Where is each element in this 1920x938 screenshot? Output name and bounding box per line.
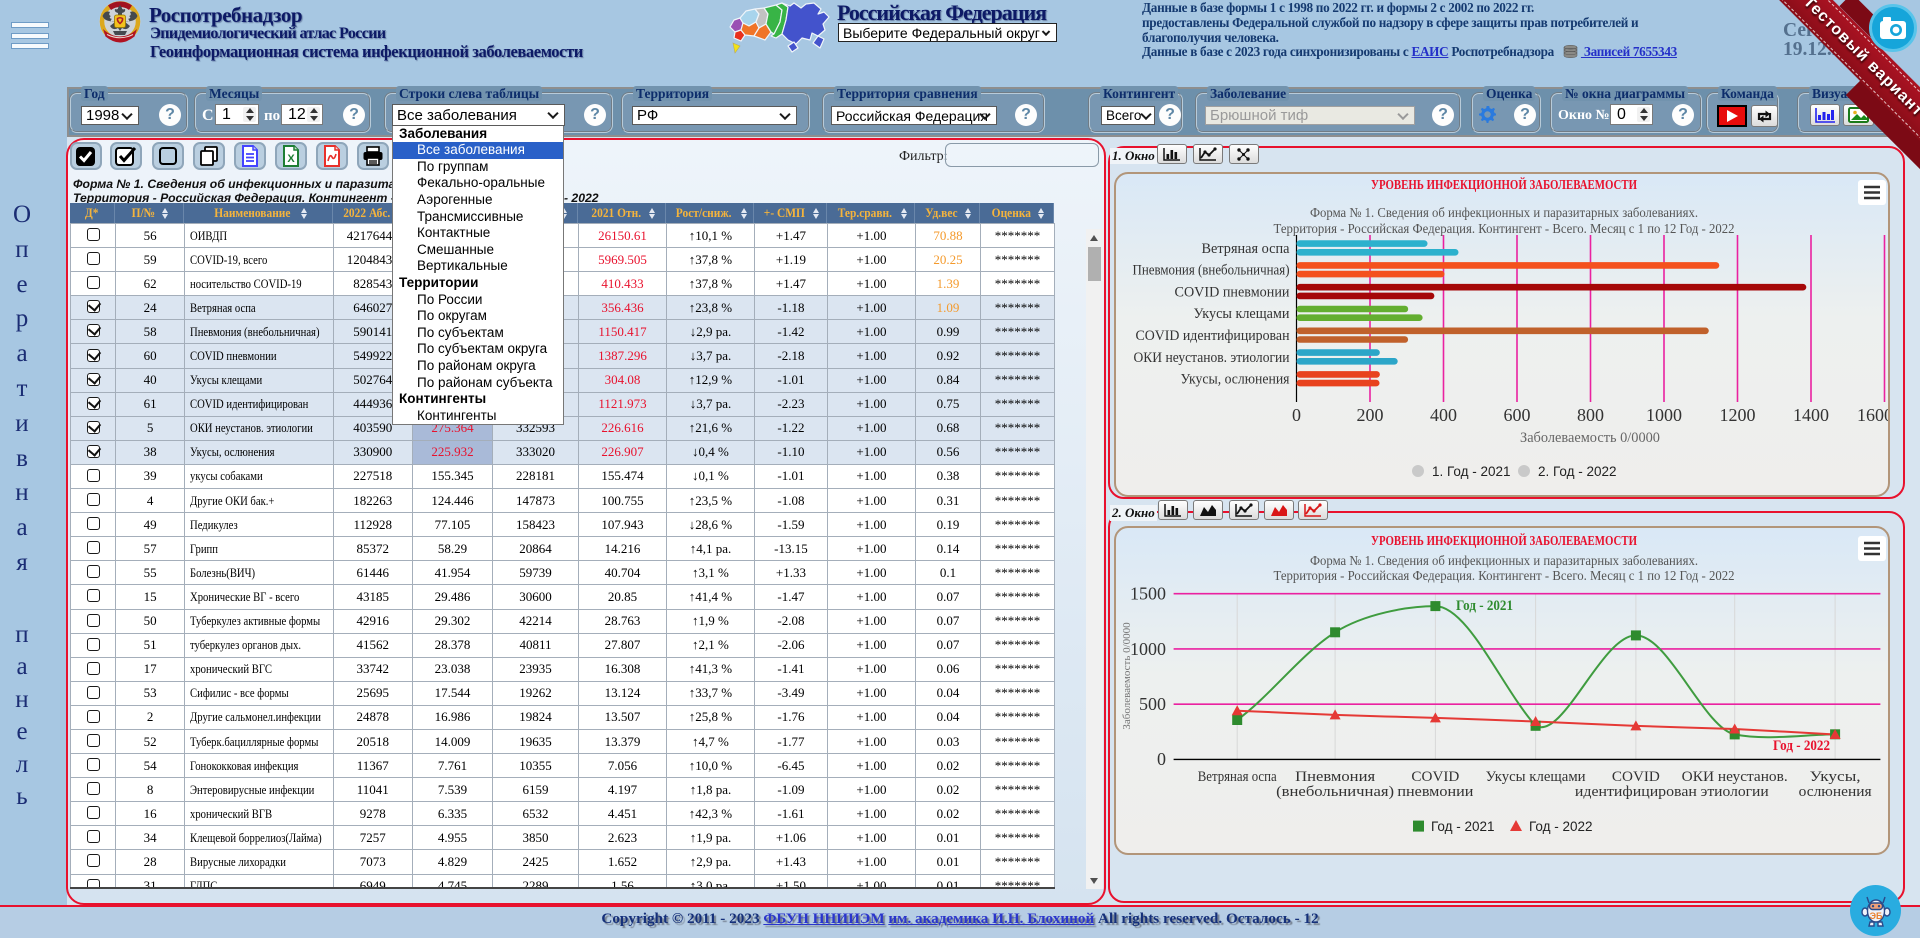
svg-text:2. Год - 2022: 2. Год - 2022 (1538, 464, 1617, 479)
svg-text:УРОВЕНЬ ИНФЕКЦИОННОЙ ЗАБОЛЕВАЕ: УРОВЕНЬ ИНФЕКЦИОННОЙ ЗАБОЛЕВАЕМОСТИ (1371, 532, 1637, 549)
svg-text:Территория - Российская Федера: Территория - Российская Федерация. Конти… (1274, 568, 1735, 583)
svg-text:(внебольничная): (внебольничная) (1276, 784, 1394, 800)
svg-text:Год - 2021: Год - 2021 (1431, 819, 1495, 834)
svg-text:Год - 2022: Год - 2022 (1529, 819, 1593, 834)
svg-text:1000: 1000 (1646, 405, 1682, 425)
svg-text:400: 400 (1430, 405, 1457, 425)
svg-text:600: 600 (1504, 405, 1531, 425)
svg-text:Территория - Российская Федера: Территория - Российская Федерация. Конти… (1274, 221, 1735, 236)
svg-text:0: 0 (1157, 749, 1166, 769)
svg-text:Укусы клещами: Укусы клещами (1486, 769, 1586, 785)
svg-text:1200: 1200 (1720, 405, 1756, 425)
svg-text:COVID идентифицирован: COVID идентифицирован (1136, 328, 1290, 344)
svg-text:1000: 1000 (1130, 639, 1166, 659)
svg-text:200: 200 (1357, 405, 1384, 425)
svg-text:Укусы, ослюнения: Укусы, ослюнения (1181, 372, 1290, 388)
svg-text:Укусы,: Укусы, (1810, 769, 1861, 785)
svg-text:800: 800 (1577, 405, 1604, 425)
svg-text:Пневмония (внебольничная): Пневмония (внебольничная) (1133, 263, 1290, 279)
svg-text:COVID: COVID (1411, 769, 1459, 785)
svg-text:этиологии: этиологии (1701, 784, 1769, 800)
svg-text:Год - 2022: Год - 2022 (1773, 738, 1830, 754)
svg-text:1400: 1400 (1793, 405, 1829, 425)
svg-text:ОКИ неустанов. этиологии: ОКИ неустанов. этиологии (1134, 350, 1290, 366)
svg-text:1. Год - 2021: 1. Год - 2021 (1432, 464, 1511, 479)
svg-text:Ветряная оспа: Ветряная оспа (1198, 769, 1277, 785)
svg-text:идентифицирован: идентифицирован (1575, 784, 1697, 800)
svg-text:Форма № 1. Сведения об инфекци: Форма № 1. Сведения об инфекционных и па… (1310, 553, 1698, 568)
svg-text:Заболеваемость 0/0000: Заболеваемость 0/0000 (1121, 622, 1133, 730)
svg-text:Год - 2021: Год - 2021 (1456, 598, 1513, 614)
svg-text:пневмонии: пневмонии (1397, 784, 1473, 800)
svg-text:COVID: COVID (1612, 769, 1660, 785)
svg-text:Ветряная оспа: Ветряная оспа (1202, 241, 1290, 257)
svg-text:Форма № 1. Сведения об инфекци: Форма № 1. Сведения об инфекционных и па… (1310, 205, 1698, 220)
svg-text:1500: 1500 (1130, 584, 1166, 604)
svg-text:ослюнения: ослюнения (1799, 784, 1872, 800)
svg-text:1600: 1600 (1857, 405, 1890, 425)
svg-text:COVID пневмонии: COVID пневмонии (1175, 284, 1290, 300)
svg-text:X: X (287, 153, 295, 165)
svg-text:0: 0 (1292, 405, 1301, 425)
svg-text:Укусы клещами: Укусы клещами (1194, 306, 1290, 322)
svg-text:Пневмония: Пневмония (1295, 769, 1375, 785)
svg-text:ОКИ неустанов.: ОКИ неустанов. (1682, 769, 1788, 785)
svg-text:УРОВЕНЬ ИНФЕКЦИОННОЙ ЗАБОЛЕВАЕ: УРОВЕНЬ ИНФЕКЦИОННОЙ ЗАБОЛЕВАЕМОСТИ (1371, 176, 1637, 193)
svg-text:Заболеваемость 0/0000: Заболеваемость 0/0000 (1520, 430, 1660, 446)
svg-text:500: 500 (1139, 694, 1166, 714)
svg-text:ЭБ: ЭБ (1870, 911, 1883, 921)
